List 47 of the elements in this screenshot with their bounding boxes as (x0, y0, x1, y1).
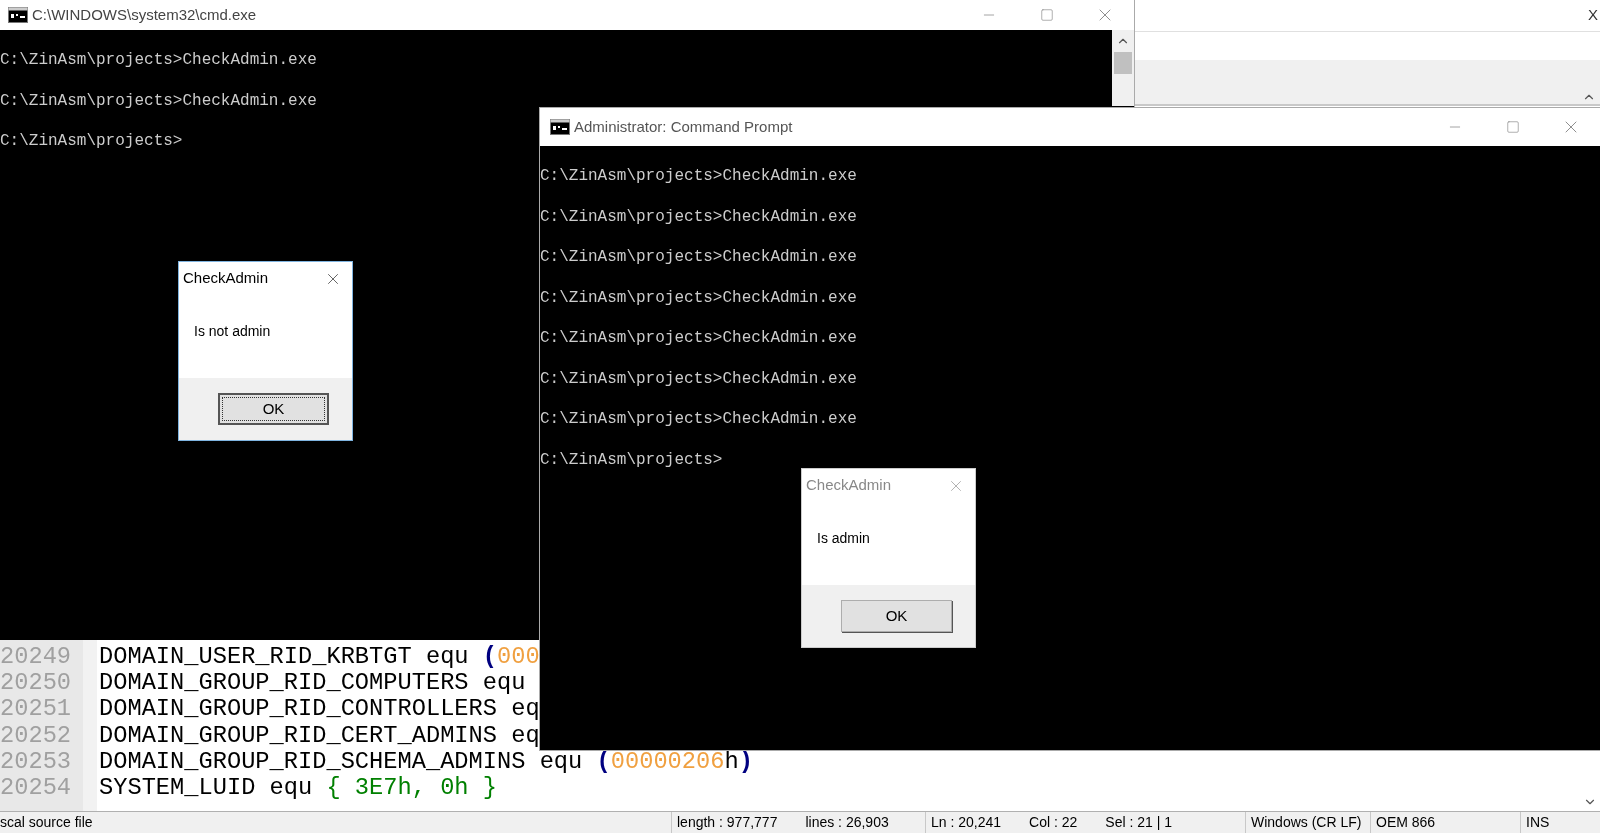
line-number: 20254 (0, 775, 73, 802)
console-line: C:\ZinAsm\projects>CheckAdmin.exe (0, 52, 318, 69)
console-line: C:\ZinAsm\projects>CheckAdmin.exe (540, 411, 858, 428)
code-line: DOMAIN_GROUP_RID_CONTROLLERS eq (99, 696, 540, 723)
console-line: C:\ZinAsm\projects>CheckAdmin.exe (540, 330, 858, 347)
code-line: DOMAIN_USER_RID_KRBTGT equ (000 (99, 644, 540, 671)
status-text: scal source file (0, 813, 93, 832)
line-number: 20250 (0, 670, 73, 697)
line-number: 20253 (0, 748, 73, 775)
ok-button[interactable]: OK (218, 393, 329, 425)
window-title: C:\WINDOWS\system32\cmd.exe (32, 4, 257, 25)
code-line: DOMAIN_GROUP_RID_SCHEMA_ADMINS equ (00000206h) (99, 748, 753, 775)
window-title: Administrator: Command Prompt (574, 116, 793, 137)
console-line: C:\ZinAsm\projects> (0, 133, 184, 150)
line-number: 20252 (0, 722, 73, 749)
code-line: DOMAIN_GROUP_RID_COMPUTERS equ (99, 670, 526, 697)
dialog-title: CheckAdmin (183, 268, 269, 289)
line-number: 20249 (0, 644, 73, 671)
scrollbar[interactable] (1112, 30, 1134, 106)
panel-close-glyph[interactable]: X (1588, 4, 1598, 27)
console-line: C:\ZinAsm\projects> (540, 451, 724, 468)
status-text: Ln : 20,241 (931, 813, 1002, 832)
status-text: Sel : 21 | 1 (1105, 813, 1172, 832)
status-text: length : 977,777 (677, 813, 778, 832)
console-line: C:\ZinAsm\projects>CheckAdmin.exe (540, 168, 858, 185)
console-line: C:\ZinAsm\projects>CheckAdmin.exe (540, 289, 858, 306)
code-line: DOMAIN_GROUP_RID_CERT_ADMINS eq (99, 722, 540, 749)
status-text: Col : 22 (1029, 813, 1078, 832)
console-line: C:\ZinAsm\projects>CheckAdmin.exe (540, 370, 858, 387)
console-icon (550, 119, 570, 135)
dialog-title: CheckAdmin (806, 475, 892, 496)
status-text: Windows (CR LF) (1251, 813, 1362, 832)
dialog-message: Is not admin (194, 323, 271, 339)
console-line: C:\ZinAsm\projects>CheckAdmin.exe (540, 208, 858, 225)
status-text: OEM 866 (1376, 813, 1436, 832)
status-text: INS (1526, 813, 1550, 832)
maximize-icon[interactable] (1040, 8, 1054, 22)
ok-button[interactable]: OK (841, 600, 952, 632)
console-line: C:\ZinAsm\projects>CheckAdmin.exe (540, 249, 858, 266)
code-line: SYSTEM_LUID equ { 3E7h, 0h } (99, 775, 497, 802)
status-text: lines : 26,903 (805, 813, 889, 832)
dialog-message: Is admin (817, 530, 870, 546)
console-icon (8, 7, 28, 23)
line-number: 20251 (0, 696, 73, 723)
console-line: C:\ZinAsm\projects>CheckAdmin.exe (0, 92, 318, 109)
maximize-icon[interactable] (1506, 120, 1520, 134)
scroll-thumb[interactable] (1114, 52, 1132, 74)
